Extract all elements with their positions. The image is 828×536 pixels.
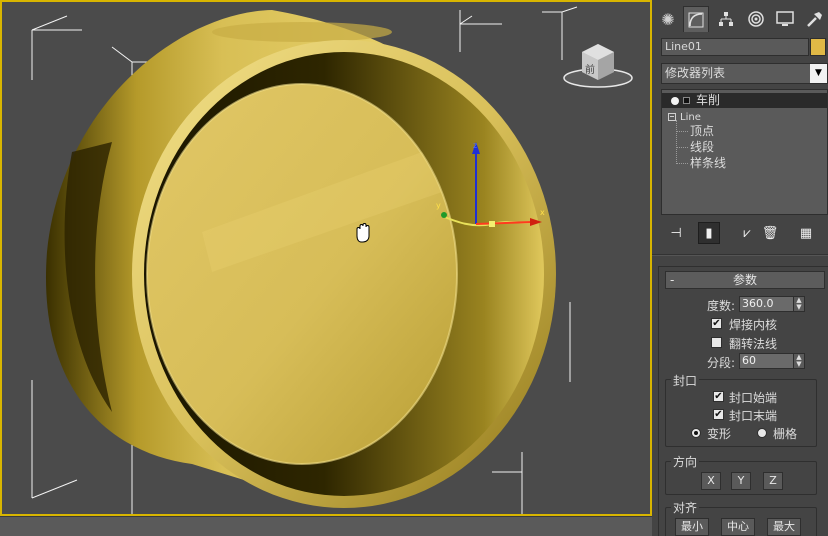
grid-label: 栅格 — [773, 427, 798, 441]
tab-utilities[interactable] — [801, 6, 827, 32]
hammer-icon — [807, 12, 822, 27]
gear-sun-icon: ✺ — [661, 9, 675, 29]
hierarchy-icon — [719, 12, 733, 26]
tab-motion[interactable] — [743, 6, 769, 32]
weld-core-label: 焊接内核 — [729, 318, 778, 332]
collapse-toggle[interactable]: - — [670, 272, 674, 288]
stack-item-label: 车削 — [696, 93, 721, 107]
cap-start-checkbox[interactable]: ✔ — [713, 391, 724, 402]
command-panel-tabs: ✺ — [652, 4, 828, 34]
stack-toolbar: ⊣ ▮ ⩗ 🗑 ▦ — [661, 222, 828, 244]
modifier-stack[interactable]: 车削 Line 顶点 线段 样条线 — [661, 89, 828, 215]
direction-y-button[interactable]: Y — [731, 472, 751, 490]
align-min-button[interactable]: 最小 — [675, 518, 709, 536]
degrees-spinner-arrows[interactable]: ▲ ▼ — [793, 296, 805, 312]
rollout-title: 参数 — [732, 273, 757, 287]
viewport-scene[interactable]: z x y 前 — [2, 2, 652, 516]
degrees-label: 度数: — [707, 299, 736, 313]
flip-normals-checkbox[interactable] — [711, 337, 722, 348]
remove-modifier-icon[interactable]: 🗑 — [759, 222, 781, 244]
stack-item-label: 顶点 — [690, 124, 715, 138]
direction-z-button[interactable]: Z — [763, 472, 783, 490]
grid-radio[interactable] — [757, 428, 767, 438]
direction-x-button[interactable]: X — [701, 472, 721, 490]
flip-normals-label: 翻转法线 — [729, 337, 778, 351]
collapse-box-icon[interactable] — [668, 112, 676, 121]
stack-item-lathe[interactable]: 车削 — [662, 93, 827, 108]
stack-item-label: 线段 — [690, 140, 715, 154]
segments-spinner-arrows[interactable]: ▲ ▼ — [793, 353, 805, 369]
cap-end-checkbox[interactable]: ✔ — [713, 409, 724, 420]
command-panel: ✺ Line01 修改器列表 ▼ 车削 Line 顶点 线段 样条线 ⊣ ▮ ⩗… — [652, 0, 828, 536]
gizmo-x-label: x — [540, 208, 545, 217]
parameters-rollout: - 参数 度数: 360.0 ▲ ▼ ✔ 焊接内核 翻转法线 分段: 60 ▲ ▼ … — [658, 266, 828, 536]
tab-create[interactable]: ✺ — [655, 6, 681, 32]
lightbulb-icon[interactable] — [671, 96, 679, 105]
tab-modify[interactable] — [683, 6, 709, 32]
stack-subitem-segment[interactable]: 线段 — [662, 140, 714, 155]
chevron-down-icon[interactable]: ▼ — [810, 64, 827, 83]
make-unique-icon[interactable]: ⩗ — [736, 222, 758, 244]
segments-label: 分段: — [707, 356, 736, 370]
perspective-viewport[interactable]: z x y 前 — [0, 0, 652, 516]
morph-label: 变形 — [707, 427, 732, 441]
gizmo-y-label: y — [436, 201, 441, 210]
object-color-swatch[interactable] — [810, 38, 826, 56]
show-end-result-icon[interactable]: ▮ — [698, 222, 720, 244]
tab-display[interactable] — [772, 6, 798, 32]
stack-subitem-vertex[interactable]: 顶点 — [662, 124, 714, 139]
align-max-button[interactable]: 最大 — [767, 518, 801, 536]
cap-start-label: 封口始端 — [729, 391, 778, 405]
viewcube-face-label: 前 — [585, 63, 595, 76]
configure-sets-icon[interactable]: ▦ — [795, 222, 817, 244]
gizmo-z-label: z — [473, 141, 477, 150]
stack-item-label: 样条线 — [690, 156, 727, 170]
display-monitor-icon — [776, 11, 794, 26]
object-name-field[interactable]: Line01 — [661, 38, 809, 56]
weld-core-checkbox[interactable]: ✔ — [711, 318, 722, 329]
morph-radio[interactable] — [691, 428, 701, 438]
motion-icon — [748, 11, 764, 27]
modifier-list-label: 修改器列表 — [665, 66, 726, 80]
tab-hierarchy[interactable] — [713, 6, 739, 32]
lathe-bottom-face — [147, 84, 457, 464]
stack-subitem-spline[interactable]: 样条线 — [662, 156, 726, 171]
modifier-list-dropdown[interactable]: 修改器列表 ▼ — [661, 63, 828, 84]
align-center-button[interactable]: 中心 — [721, 518, 755, 536]
parameters-rollout-header[interactable]: - 参数 — [665, 271, 825, 289]
modify-curve-icon — [688, 12, 704, 27]
align-group-title: 对齐 — [671, 499, 700, 516]
direction-group-title: 方向 — [671, 453, 700, 470]
viewcube-icon: 前 — [563, 44, 633, 88]
capping-group-title: 封口 — [671, 372, 700, 389]
expand-box-icon[interactable] — [683, 97, 690, 104]
cap-end-label: 封口末端 — [729, 409, 778, 423]
pin-stack-icon[interactable]: ⊣ — [665, 222, 687, 244]
